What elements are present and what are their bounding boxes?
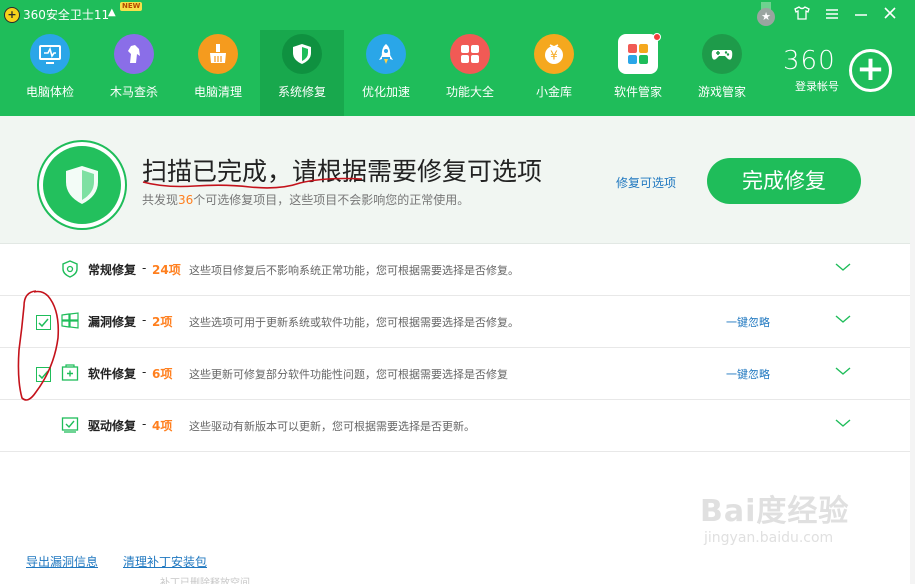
nav-item-software[interactable]: 软件管家 [596, 30, 680, 116]
medal-icon[interactable]: ★ [757, 2, 775, 26]
gamepad-icon [702, 34, 742, 74]
nav-item-repair[interactable]: 系统修复 [260, 30, 344, 116]
finish-repair-button[interactable]: 完成修复 [707, 158, 861, 204]
summary-subtitle: 共发现36个可选修复项目，这些项目不会影响您的正常使用。 [142, 193, 470, 207]
nav-item-vault[interactable]: ¥ 小金库 [512, 30, 596, 116]
coin-icon: ¥ [534, 34, 574, 74]
minimize-icon[interactable] [851, 5, 871, 25]
list-item[interactable]: 常规修复 - 24项 这些项目修复后不影响系统正常功能，您可根据需要选择是否修复… [0, 244, 910, 296]
login-label: 登录帐号 [795, 80, 839, 93]
new-badge: NEW [120, 2, 143, 11]
menu-icon[interactable] [822, 5, 842, 25]
nav-item-speedup[interactable]: 优化加速 [344, 30, 428, 116]
faded-status-text: 补丁已删除释放空间 [160, 578, 250, 584]
chevron-down-icon[interactable] [835, 314, 851, 324]
nav-item-cleanup[interactable]: 电脑清理 [176, 30, 260, 116]
chevron-down-icon[interactable] [835, 366, 851, 376]
account-logo: 360 [783, 46, 836, 76]
notification-dot [653, 33, 661, 41]
scan-summary: 扫描已完成，请根据需要修复可选项 共发现36个可选修复项目，这些项目不会影响您的… [0, 116, 910, 244]
monitor-icon [30, 34, 70, 74]
export-vulnerability-link[interactable]: 导出漏洞信息 [26, 553, 98, 570]
ignore-all-link[interactable]: 一键忽略 [726, 366, 770, 382]
driver-icon [61, 416, 79, 434]
titlebar: + 360安全卫士11 ▲ NEW ★ [0, 0, 915, 30]
rocket-icon [366, 34, 406, 74]
handwritten-underline [142, 177, 363, 189]
add-icon[interactable]: + [849, 49, 892, 92]
chevron-down-icon[interactable] [835, 262, 851, 272]
repair-optional-link[interactable]: 修复可选项 [616, 174, 676, 191]
shield-icon [282, 34, 322, 74]
account[interactable]: 360 登录帐号 [783, 46, 849, 102]
nav-item-games[interactable]: 游戏管家 [680, 30, 764, 116]
close-icon[interactable] [880, 5, 900, 25]
shield-check-icon [61, 260, 79, 278]
scroll-edge [910, 116, 915, 584]
status-shield [37, 140, 127, 230]
nav-item-features[interactable]: 功能大全 [428, 30, 512, 116]
list-item[interactable]: 软件修复 - 6项 这些更新可修复部分软件功能性问题，您可根据需要选择是否修复 … [0, 348, 910, 400]
ignore-all-link[interactable]: 一键忽略 [726, 314, 770, 330]
header: + 360安全卫士11 ▲ NEW ★ 电脑体检 木马查杀 电脑清理 系统修复 … [0, 0, 915, 116]
clean-patch-link[interactable]: 清理补丁安装包 [123, 553, 207, 570]
nav-item-trojan[interactable]: 木马查杀 [92, 30, 176, 116]
svg-text:¥: ¥ [550, 49, 558, 63]
broom-icon [198, 34, 238, 74]
shirt-icon[interactable] [792, 5, 812, 25]
nav-item-checkup[interactable]: 电脑体检 [8, 30, 92, 116]
list-item[interactable]: 漏洞修复 - 2项 这些选项可用于更新系统或软件功能，您可根据需要选择是否修复。… [0, 296, 910, 348]
handwritten-circle [17, 290, 60, 401]
baidu-watermark: Bai度经验 jingyan.baidu.com [700, 494, 850, 546]
list-item[interactable]: 驱动修复 - 4项 这些驱动有新版本可以更新，您可根据需要选择是否更新。 [0, 400, 910, 452]
grid-icon [450, 34, 490, 74]
chevron-down-icon[interactable] [835, 418, 851, 428]
app-logo-icon: + [4, 7, 20, 23]
horse-icon [114, 34, 154, 74]
upgrade-arrow-icon[interactable]: ▲ [108, 7, 116, 18]
main-nav: 电脑体检 木马查杀 电脑清理 系统修复 优化加速 功能大全 ¥ 小金库 软件管家… [0, 30, 760, 116]
apps-icon [618, 34, 658, 74]
app-title: 360安全卫士11 [23, 8, 110, 22]
